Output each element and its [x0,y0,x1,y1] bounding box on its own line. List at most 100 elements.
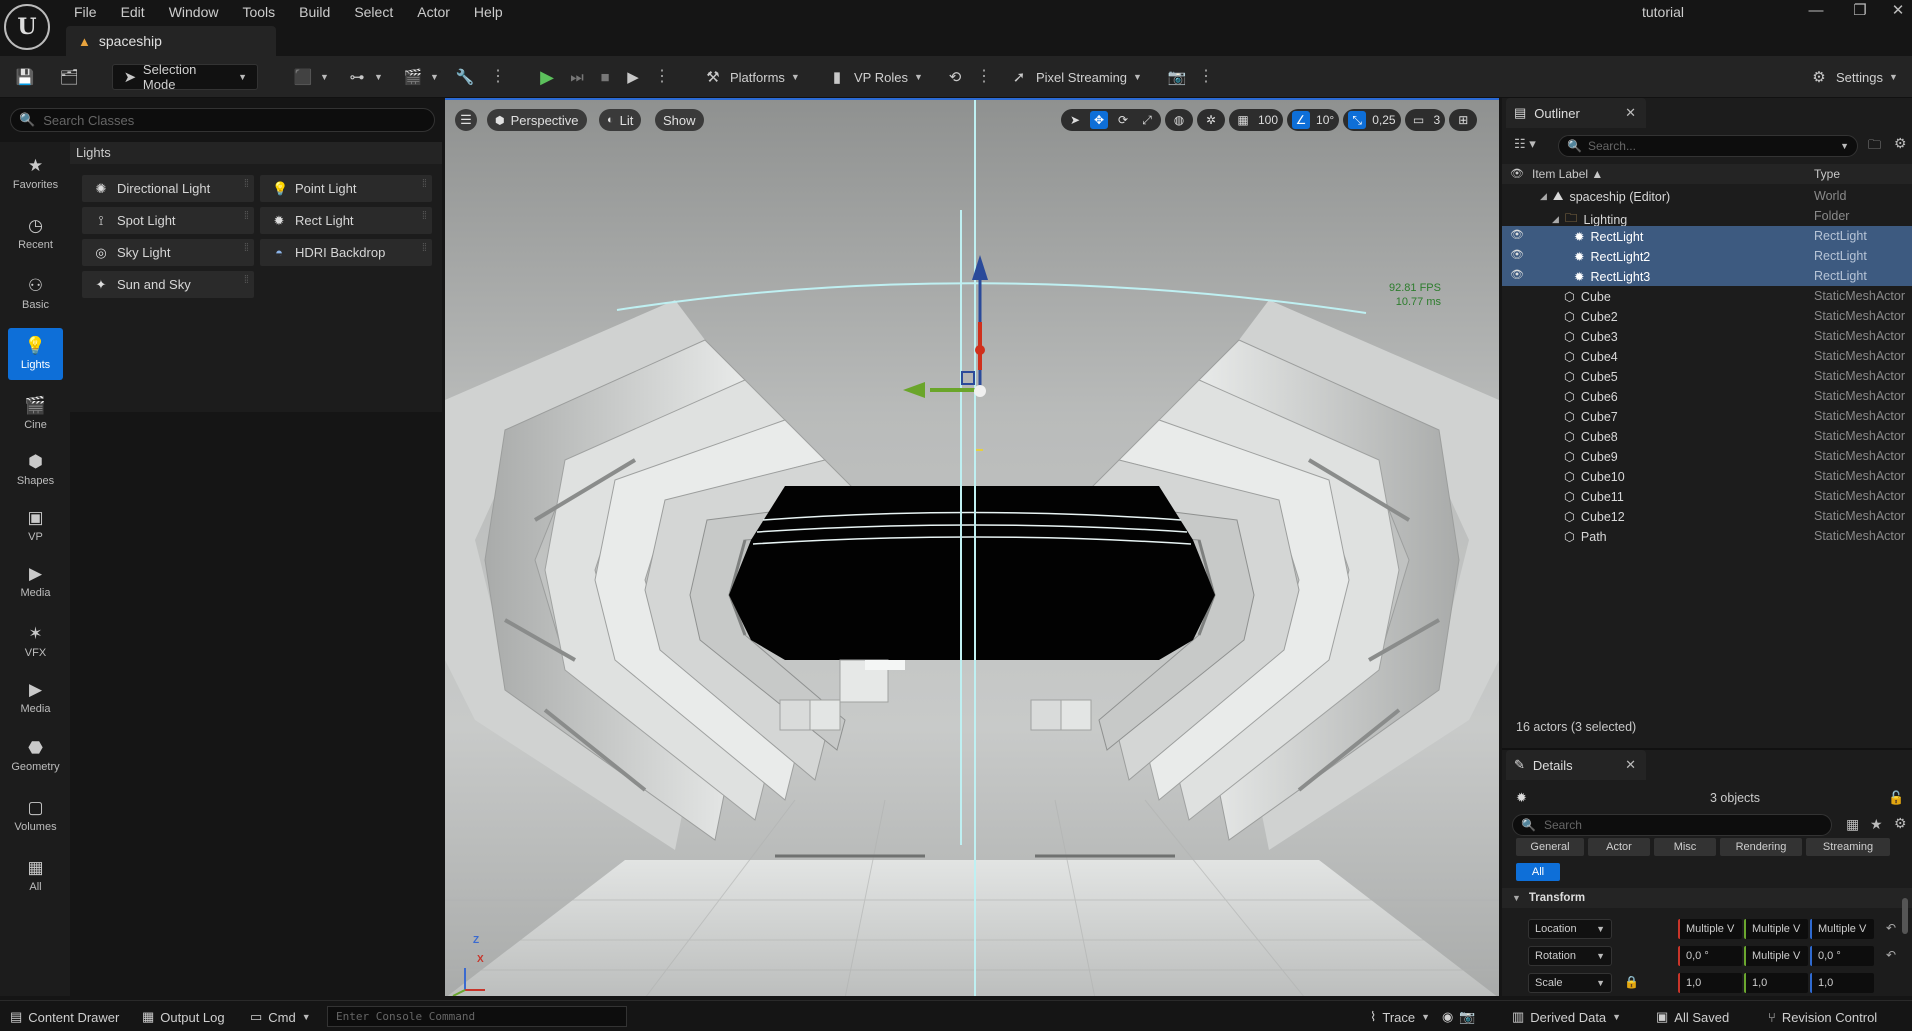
platforms-dropdown[interactable]: ⚒ Platforms ▼ [702,64,800,90]
lock-icon[interactable]: 🔒 [1624,975,1639,989]
console-input[interactable]: Enter Console Command [327,1006,627,1027]
drag-handle-icon[interactable]: ⁞⁞ [422,243,427,254]
category-all[interactable]: ▦ All [8,850,63,902]
filter-general[interactable]: General [1516,838,1584,856]
chevron-down-icon[interactable]: ▼ [1840,141,1849,151]
details-scrollbar[interactable] [1902,898,1908,934]
rotation-z-field[interactable]: 0,0 ° [1810,946,1874,966]
details-tab[interactable]: ✎ Details ✕ [1506,750,1646,780]
camera-speed[interactable]: ▭ 3 [1404,109,1446,131]
filter-rendering[interactable]: Rendering [1720,838,1802,856]
column-type[interactable]: Type [1814,167,1840,181]
filter-button[interactable]: ☷ ▾ [1514,136,1536,152]
category-media[interactable]: ▶ Media [8,672,63,724]
location-z-field[interactable]: Multiple V [1810,919,1874,939]
surface-snap-icon[interactable]: ✲ [1202,111,1220,129]
details-search-field[interactable]: 🔍 Search [1512,814,1832,836]
drag-handle-icon[interactable]: ⁞⁞ [244,211,249,222]
launch-button[interactable]: ▶ [622,64,644,90]
scale-x-field[interactable]: 1,0 [1678,973,1742,993]
menu-build[interactable]: Build [287,0,342,24]
category-vfx[interactable]: ✶ VFX [8,616,63,668]
scale-y-field[interactable]: 1,0 [1744,973,1808,993]
details-settings-button[interactable]: ⚙ [1894,815,1907,832]
outliner-search-field[interactable]: 🔍 Search... ▼ [1558,135,1858,157]
search-classes-field[interactable]: 🔍 Search Classes [10,108,435,132]
category-shapes[interactable]: ⬢ Shapes [8,444,63,496]
drag-handle-icon[interactable]: ⁞⁞ [244,179,249,190]
category-recent[interactable]: ◷ Recent [8,208,63,260]
play-options[interactable]: ⋮ [654,64,670,90]
collapse-arrow-icon[interactable]: ◢ [1552,214,1559,225]
lit-button[interactable]: ◐ Lit [599,109,642,131]
outliner-row-cube[interactable]: ⬡ Cube StaticMeshActor [1502,286,1912,306]
class-item-hdri-backdrop[interactable]: ◓ HDRI Backdrop ⁞⁞ [260,239,432,266]
toolbar-options[interactable]: ⋮ [490,64,506,90]
outliner-row-world[interactable]: ◢ ⛰ spaceship (Editor) World [1502,186,1912,206]
all-saved-button[interactable]: ▣ All Saved [1656,1007,1729,1027]
save-button[interactable]: 💾 [14,64,36,90]
class-item-sun-and-sky[interactable]: ✦ Sun and Sky ⁞⁞ [82,271,254,298]
level-tab[interactable]: ▲ spaceship [66,26,276,56]
screenshot-icon[interactable]: 📷 [1459,1009,1475,1025]
collapse-arrow-icon[interactable]: ◢ [1540,191,1547,202]
favorites-button[interactable]: ★ [1870,816,1883,833]
scale-z-field[interactable]: 1,0 [1810,973,1874,993]
lock-selection-button[interactable]: 🔓 [1888,790,1904,806]
category-volumes[interactable]: ▢ Volumes [8,790,63,842]
outliner-row-cube4[interactable]: ⬡ Cube4 StaticMeshActor [1502,346,1912,366]
category-vp[interactable]: ▣ VP [8,500,63,552]
outliner-row-rectlight3[interactable]: 👁 ✹ RectLight3 RectLight [1502,266,1912,286]
transform-section-header[interactable]: ▼ Transform [1502,888,1912,908]
blueprint-button[interactable]: ⊶ ▼ [346,64,383,90]
browse-button[interactable]: 🗂 [58,64,80,90]
selection-mode-dropdown[interactable]: ➤ Selection Mode ▼ [112,62,258,92]
rotation-y-field[interactable]: Multiple V [1744,946,1808,966]
grid-snap[interactable]: ▦ 100 [1229,109,1284,131]
class-item-spot-light[interactable]: ⟟ Spot Light ⁞⁞ [82,207,254,234]
cinematics-button[interactable]: 🎬 ▼ [402,64,439,90]
outliner-settings-button[interactable]: ⚙ [1894,135,1907,152]
settings-dropdown[interactable]: ⚙ Settings ▼ [1808,64,1898,90]
class-item-sky-light[interactable]: ◎ Sky Light ⁞⁞ [82,239,254,266]
scale-tool-icon[interactable]: ⤢ [1138,111,1156,129]
filter-streaming[interactable]: Streaming [1806,838,1890,856]
drag-handle-icon[interactable]: ⁞⁞ [244,243,249,254]
unreal-logo-icon[interactable]: U [4,4,50,50]
category-favorites[interactable]: ★ Favorites [8,148,63,200]
class-item-point-light[interactable]: 💡 Point Light ⁞⁞ [260,175,432,202]
outliner-row-cube12[interactable]: ⬡ Cube12 StaticMeshActor [1502,506,1912,526]
outliner-row-cube11[interactable]: ⬡ Cube11 StaticMeshActor [1502,486,1912,506]
rescan-button[interactable]: ⟲ [944,64,966,90]
outliner-row-cube10[interactable]: ⬡ Cube10 StaticMeshActor [1502,466,1912,486]
drag-handle-icon[interactable]: ⁞⁞ [422,179,427,190]
output-log-button[interactable]: ▦ Output Log [142,1007,225,1027]
rotation-x-field[interactable]: 0,0 ° [1678,946,1742,966]
step-button[interactable]: ⏭ [566,64,588,90]
rotate-tool-icon[interactable]: ⟳ [1114,111,1132,129]
outliner-row-cube6[interactable]: ⬡ Cube6 StaticMeshActor [1502,386,1912,406]
drag-handle-icon[interactable]: ⁞⁞ [422,211,427,222]
table-view-button[interactable]: ▦ [1846,816,1859,833]
show-button[interactable]: Show [655,109,704,131]
menu-select[interactable]: Select [342,0,405,24]
outliner-row-rectlight2[interactable]: 👁 ✹ RectLight2 RectLight [1502,246,1912,266]
outliner-row-path[interactable]: ⬡ Path StaticMeshActor [1502,526,1912,546]
add-actor-button[interactable]: ⬛ ▼ [292,64,329,90]
trace-dropdown[interactable]: ⌇ Trace ▼ ◉ 📷 [1370,1007,1476,1027]
move-tool-icon[interactable]: ✥ [1090,111,1108,129]
visibility-eye-icon[interactable]: 👁 [1510,268,1524,281]
pixel-streaming-dropdown[interactable]: ➚ Pixel Streaming ▼ [1008,64,1142,90]
close-icon[interactable]: ✕ [1625,757,1636,773]
category-cine[interactable]: 🎬 Cine [8,388,63,440]
filter-actor[interactable]: Actor [1588,838,1650,856]
column-item-label[interactable]: Item Label ▲ [1532,167,1603,181]
close-icon[interactable]: ✕ [1625,105,1636,121]
location-y-field[interactable]: Multiple V [1744,919,1808,939]
perspective-button[interactable]: ⬢ Perspective [487,109,587,131]
minimize-button[interactable]: — [1794,0,1838,24]
world-icon[interactable]: ◍ [1170,111,1188,129]
derived-data-dropdown[interactable]: ▥ Derived Data ▼ [1512,1007,1621,1027]
stream-button[interactable]: 📷 [1166,64,1188,90]
modes-button[interactable]: 🔧 [454,64,476,90]
